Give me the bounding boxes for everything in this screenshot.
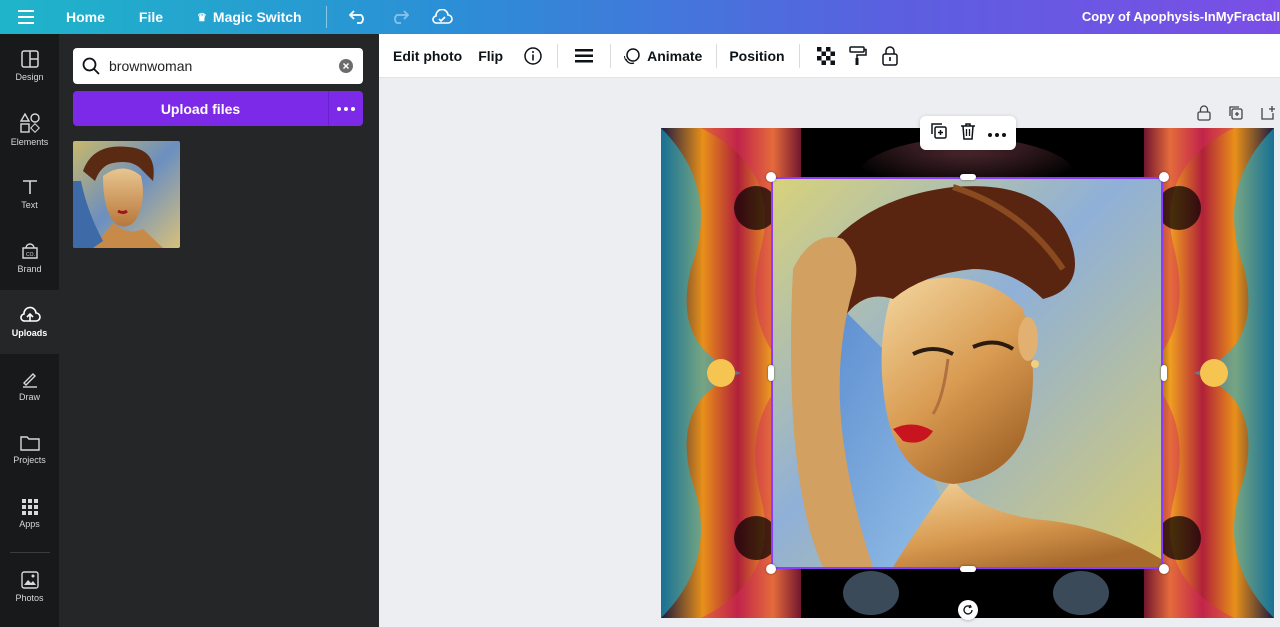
- document-title[interactable]: Copy of Apophysis-InMyFractalI: [1082, 0, 1280, 34]
- lock-page-icon[interactable]: [1192, 101, 1216, 125]
- folder-icon: [19, 436, 40, 451]
- resize-handle-left[interactable]: [768, 365, 774, 381]
- cloud-upload-icon: [19, 306, 41, 322]
- rail-label: Photos: [15, 593, 44, 603]
- animate-label: Animate: [647, 47, 703, 64]
- redo-icon[interactable]: [383, 0, 417, 34]
- left-rail: Design Elements Text CO. Brand Uploads D…: [0, 34, 59, 627]
- undo-icon[interactable]: [341, 0, 375, 34]
- upload-files-button[interactable]: Upload files: [73, 91, 328, 126]
- resize-handle-right[interactable]: [1161, 365, 1167, 381]
- crown-icon: ♛: [197, 11, 207, 24]
- rail-item-design[interactable]: Design: [0, 34, 59, 98]
- page-tools: [1192, 101, 1280, 125]
- layout-icon: [20, 50, 39, 68]
- rail-item-elements[interactable]: Elements: [0, 98, 59, 162]
- info-icon[interactable]: [519, 42, 547, 70]
- lock-icon[interactable]: [876, 42, 904, 70]
- resize-handle-bottom-right[interactable]: [1159, 564, 1169, 574]
- rail-item-projects[interactable]: Projects: [0, 418, 59, 482]
- transparency-icon[interactable]: [812, 42, 840, 70]
- rail-label: Apps: [19, 519, 40, 529]
- context-toolbar: Edit photo Flip Animate Position: [379, 34, 1280, 78]
- rail-label: Brand: [17, 264, 42, 274]
- upload-more-button[interactable]: [328, 91, 363, 126]
- paint-roller-icon[interactable]: [844, 42, 872, 70]
- divider: [798, 43, 800, 68]
- duplicate-page-icon[interactable]: [1224, 101, 1248, 125]
- rail-item-text[interactable]: Text: [0, 162, 59, 226]
- uploads-panel: Upload files: [59, 34, 379, 627]
- divider: [716, 43, 718, 68]
- pen-icon: [22, 373, 37, 388]
- svg-text:CO.: CO.: [26, 252, 35, 258]
- shapes-icon: [19, 113, 40, 133]
- rail-label: Design: [15, 72, 44, 82]
- rotate-handle-icon[interactable]: [958, 600, 978, 620]
- rail-item-apps[interactable]: Apps: [0, 482, 59, 546]
- uploaded-image-thumbnail[interactable]: [73, 141, 180, 248]
- image-icon: [20, 571, 39, 589]
- canvas-area: [379, 79, 1280, 627]
- more-options-icon[interactable]: [988, 124, 1006, 142]
- divider: [557, 43, 559, 68]
- resize-handle-top-left[interactable]: [766, 172, 776, 182]
- rail-label: Uploads: [11, 328, 48, 338]
- magic-switch-button[interactable]: ♛ Magic Switch: [197, 9, 302, 25]
- divider: [325, 6, 327, 28]
- file-menu[interactable]: File: [139, 9, 163, 25]
- selected-portrait-image[interactable]: [771, 177, 1163, 569]
- rail-label: Projects: [13, 455, 46, 465]
- resize-handle-top-right[interactable]: [1159, 172, 1169, 182]
- duplicate-icon[interactable]: [930, 122, 948, 145]
- resize-handle-bottom[interactable]: [960, 566, 976, 572]
- animate-button[interactable]: Animate: [623, 47, 702, 65]
- element-floating-toolbar: [920, 116, 1016, 150]
- rail-label: Draw: [18, 392, 40, 402]
- search-input[interactable]: [109, 58, 329, 74]
- brand-icon: CO.: [21, 243, 38, 259]
- border-style-icon[interactable]: [570, 42, 598, 70]
- trash-icon[interactable]: [960, 122, 976, 145]
- rail-label: Elements: [10, 137, 49, 147]
- home-menu[interactable]: Home: [66, 9, 105, 25]
- more-icon: [337, 106, 355, 111]
- rail-item-photos[interactable]: Photos: [0, 555, 59, 619]
- magic-switch-label: Magic Switch: [212, 9, 302, 25]
- resize-handle-bottom-left[interactable]: [766, 564, 776, 574]
- rail-item-draw[interactable]: Draw: [0, 354, 59, 418]
- flip-button[interactable]: Flip: [478, 48, 503, 64]
- portrait-artwork: [773, 179, 1161, 567]
- text-icon: [22, 180, 37, 194]
- grid-icon: [21, 499, 38, 515]
- cloud-saved-icon[interactable]: [425, 0, 459, 34]
- position-button[interactable]: Position: [729, 48, 784, 64]
- search-icon: [73, 57, 109, 75]
- menu-icon[interactable]: [0, 0, 52, 34]
- upload-group: Upload files: [73, 91, 363, 126]
- edit-photo-button[interactable]: Edit photo: [393, 48, 462, 64]
- top-bar: Home File ♛ Magic Switch Copy of Apophys…: [0, 0, 1280, 34]
- rail-label: Text: [21, 200, 38, 210]
- animate-icon: [624, 47, 640, 64]
- rail-item-brand[interactable]: CO. Brand: [0, 226, 59, 290]
- search-box: [73, 48, 363, 84]
- resize-handle-top[interactable]: [960, 174, 976, 180]
- rail-divider: [9, 552, 50, 553]
- rail-item-uploads[interactable]: Uploads: [0, 290, 59, 354]
- add-page-icon[interactable]: [1256, 101, 1280, 125]
- divider: [610, 43, 612, 68]
- clear-search-icon[interactable]: [329, 58, 363, 74]
